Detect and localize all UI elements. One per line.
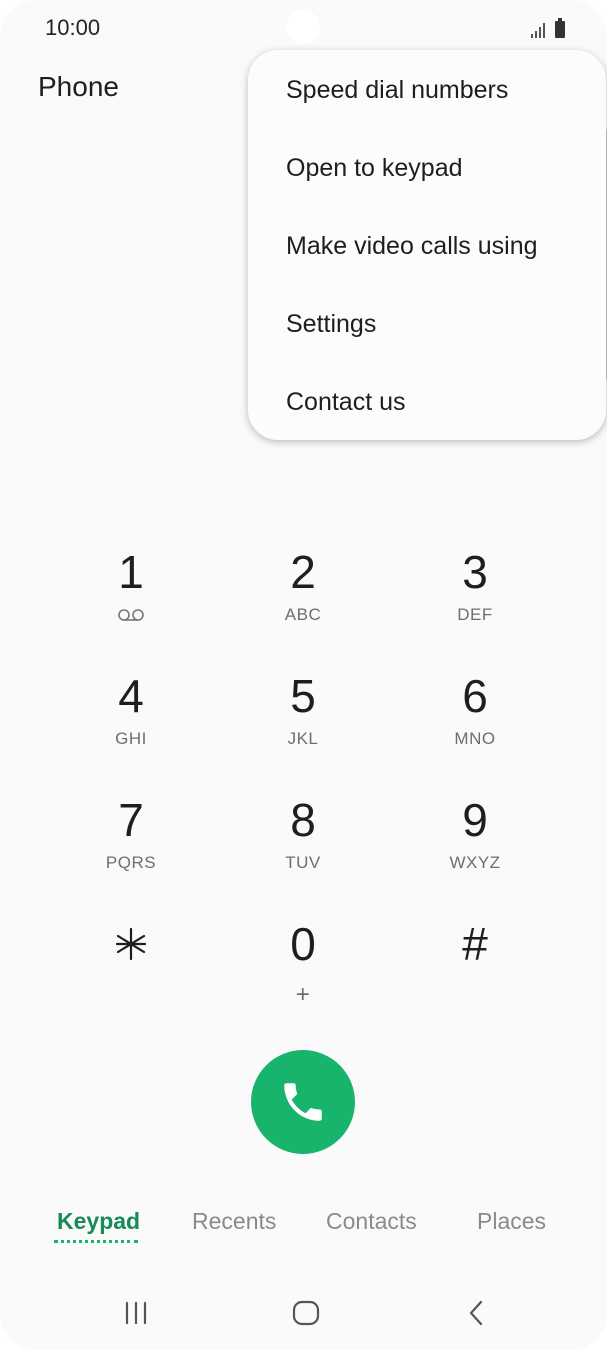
key-digit: 6 xyxy=(462,670,488,722)
key-0[interactable]: 0 + xyxy=(228,917,378,1027)
status-time: 10:00 xyxy=(45,15,101,40)
key-digit: 2 xyxy=(290,546,316,598)
key-star[interactable] xyxy=(56,917,206,1027)
home-button[interactable] xyxy=(276,1290,336,1336)
key-letters: DEF xyxy=(457,605,493,624)
key-letters: + xyxy=(295,981,311,1008)
tab-places[interactable]: Places xyxy=(477,1208,546,1235)
asterisk-icon xyxy=(115,927,147,961)
key-letters: JKL xyxy=(287,729,319,748)
phone-icon xyxy=(284,1083,322,1121)
status-bar: 10:00 xyxy=(0,0,607,56)
back-button[interactable] xyxy=(446,1290,506,1336)
key-letters: GHI xyxy=(115,729,147,748)
tab-contacts[interactable]: Contacts xyxy=(326,1208,417,1235)
menu-item-video-calls[interactable]: Make video calls using xyxy=(286,226,538,266)
menu-item-contact-us[interactable]: Contact us xyxy=(286,382,406,422)
back-icon xyxy=(469,1300,483,1326)
overflow-menu: Speed dial numbers Open to keypad Make v… xyxy=(248,50,606,440)
call-button[interactable] xyxy=(251,1050,355,1154)
front-camera xyxy=(286,10,320,44)
key-digit: 8 xyxy=(290,794,316,846)
key-letters: PQRS xyxy=(105,853,157,872)
status-icons xyxy=(531,16,565,38)
phone-screen: 10:00 Phone 1 2 ABC 3 DEF 4 GHI 5 JKL 6 … xyxy=(0,0,607,1350)
voicemail-icon xyxy=(118,609,144,621)
key-digit: 3 xyxy=(462,546,488,598)
key-letters: WXYZ xyxy=(449,853,501,872)
signal-icon xyxy=(531,22,545,38)
recent-apps-button[interactable] xyxy=(106,1290,166,1336)
key-2[interactable]: 2 ABC xyxy=(228,545,378,655)
key-6[interactable]: 6 MNO xyxy=(400,669,550,779)
key-5[interactable]: 5 JKL xyxy=(228,669,378,779)
key-letters: TUV xyxy=(285,853,321,872)
page-title: Phone xyxy=(38,71,119,102)
active-tab-indicator xyxy=(54,1240,138,1243)
key-digit: 1 xyxy=(118,546,144,598)
key-7[interactable]: 7 PQRS xyxy=(56,793,206,903)
key-letters: MNO xyxy=(454,729,496,748)
tab-recents[interactable]: Recents xyxy=(192,1208,276,1235)
recent-apps-icon xyxy=(125,1301,147,1325)
key-digit: 5 xyxy=(290,670,316,722)
battery-icon xyxy=(555,18,565,38)
key-9[interactable]: 9 WXYZ xyxy=(400,793,550,903)
menu-item-settings[interactable]: Settings xyxy=(286,304,376,344)
tab-keypad[interactable]: Keypad xyxy=(57,1208,140,1235)
key-letters: ABC xyxy=(284,605,322,624)
key-3[interactable]: 3 DEF xyxy=(400,545,550,655)
menu-item-speed-dial[interactable]: Speed dial numbers xyxy=(286,70,508,110)
key-digit: 9 xyxy=(462,794,488,846)
key-4[interactable]: 4 GHI xyxy=(56,669,206,779)
key-8[interactable]: 8 TUV xyxy=(228,793,378,903)
key-digit: 0 xyxy=(290,918,316,970)
key-1[interactable]: 1 xyxy=(56,545,206,655)
key-hash[interactable]: # xyxy=(400,917,550,1027)
key-digit: # xyxy=(462,918,488,970)
menu-item-open-to-keypad[interactable]: Open to keypad xyxy=(286,148,463,188)
key-digit: 4 xyxy=(118,670,144,722)
home-icon xyxy=(292,1300,320,1326)
key-digit: 7 xyxy=(118,794,144,846)
